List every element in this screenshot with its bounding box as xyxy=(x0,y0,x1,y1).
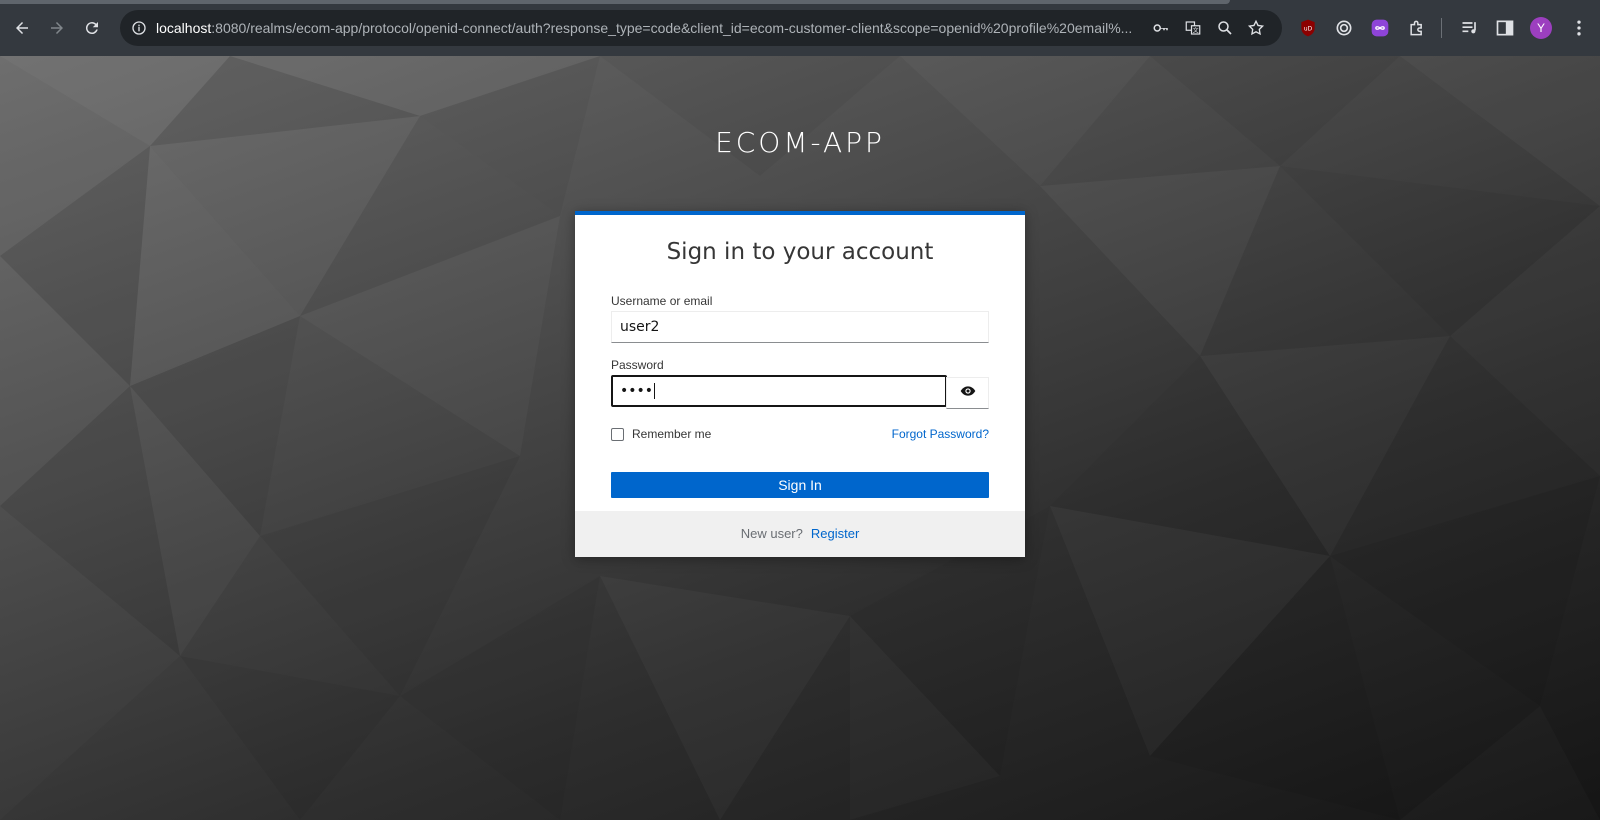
zoom-icon[interactable] xyxy=(1214,17,1236,39)
info-icon[interactable] xyxy=(128,17,150,39)
target-icon[interactable] xyxy=(1332,16,1356,40)
password-input[interactable]: •••• xyxy=(611,375,947,407)
profile-avatar[interactable]: Y xyxy=(1530,17,1552,39)
login-card: Sign in to your account Username or emai… xyxy=(575,211,1025,557)
forgot-password-link[interactable]: Forgot Password? xyxy=(892,427,989,441)
eye-icon xyxy=(960,383,976,404)
login-page: ECOM-APP Sign in to your account Usernam… xyxy=(0,56,1600,820)
show-password-button[interactable] xyxy=(946,377,989,409)
tab-strip-edge xyxy=(0,0,1230,4)
toolbar-separator xyxy=(1441,18,1442,38)
browser-toolbar: localhost:8080/realms/ecom-app/protocol/… xyxy=(0,0,1600,56)
media-control-icon[interactable] xyxy=(1458,16,1482,40)
new-user-text: New user? xyxy=(740,526,803,541)
realm-title: ECOM-APP xyxy=(715,126,885,159)
side-panel-icon[interactable] xyxy=(1493,16,1517,40)
username-label: Username or email xyxy=(611,294,713,308)
infinity-icon[interactable] xyxy=(1368,16,1392,40)
kebab-menu-icon[interactable] xyxy=(1567,16,1591,40)
register-footer: New user? Register xyxy=(575,511,1025,557)
back-arrow-icon[interactable] xyxy=(8,14,36,42)
svg-text:文: 文 xyxy=(1193,27,1199,35)
svg-text:uD: uD xyxy=(1304,27,1313,33)
reload-icon[interactable] xyxy=(78,14,106,42)
sign-in-button[interactable]: Sign In xyxy=(611,472,989,498)
url-path: :8080/realms/ecom-app/protocol/openid-co… xyxy=(211,20,1133,36)
key-icon[interactable] xyxy=(1150,17,1172,39)
url-text[interactable]: localhost:8080/realms/ecom-app/protocol/… xyxy=(156,10,1156,46)
register-link[interactable]: Register xyxy=(811,526,859,541)
username-input[interactable]: user2 xyxy=(611,311,989,343)
puzzle-icon[interactable] xyxy=(1405,16,1429,40)
login-heading: Sign in to your account xyxy=(666,239,934,265)
address-bar[interactable]: localhost:8080/realms/ecom-app/protocol/… xyxy=(120,10,1282,46)
text-caret xyxy=(654,383,656,399)
star-icon[interactable] xyxy=(1245,17,1267,39)
url-host: localhost xyxy=(156,20,212,36)
ublock-icon[interactable]: uD xyxy=(1296,16,1320,40)
remember-me-label: Remember me xyxy=(632,427,712,441)
password-label: Password xyxy=(611,358,664,372)
remember-me-checkbox[interactable] xyxy=(611,427,624,441)
password-dots: •••• xyxy=(620,383,654,399)
translate-icon[interactable]: 文 xyxy=(1182,17,1204,39)
remember-me-option[interactable]: Remember me xyxy=(611,427,711,441)
forward-arrow-icon[interactable] xyxy=(43,14,71,42)
